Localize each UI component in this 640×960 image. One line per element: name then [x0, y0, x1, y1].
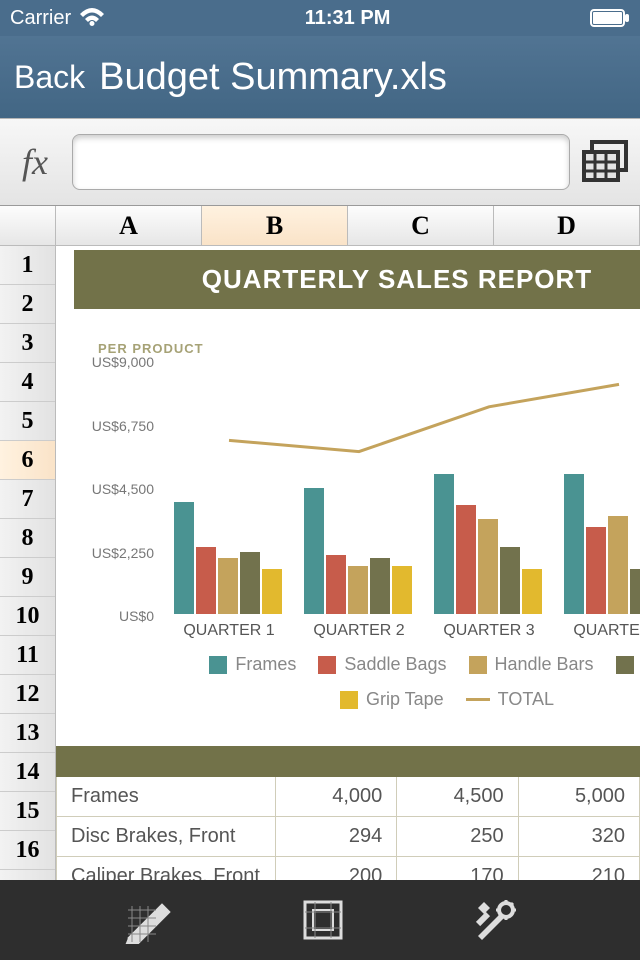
legend-item: Frames [209, 654, 296, 675]
grid-content[interactable]: QUARTERLY SALES REPORT PER PRODUCT TOTAL… [56, 246, 640, 880]
bar [240, 552, 260, 614]
row-header[interactable]: 3 [0, 324, 55, 363]
row-header[interactable]: 14 [0, 753, 55, 792]
row-header[interactable]: 13 [0, 714, 55, 753]
bar [392, 566, 412, 614]
row-header[interactable]: 15 [0, 792, 55, 831]
col-header-C[interactable]: C [348, 206, 494, 245]
row-header[interactable]: 16 [0, 831, 55, 870]
corner-cell[interactable] [0, 206, 56, 245]
cell[interactable]: 320 [518, 817, 639, 857]
carrier-label: Carrier [10, 7, 71, 30]
table-row[interactable]: Frames 4,000 4,500 5,000 [57, 777, 640, 817]
bar [456, 505, 476, 614]
table-row[interactable]: Disc Brakes, Front 294 250 320 [57, 817, 640, 857]
wifi-icon [79, 8, 105, 28]
cell[interactable]: 5,000 [518, 777, 639, 817]
bar [586, 527, 606, 614]
nav-bar: Back Budget Summary.xls [0, 36, 640, 118]
bar [304, 488, 324, 614]
row-headers: 1 2 3 4 5 6 7 8 9 10 11 12 13 14 15 16 [0, 246, 56, 880]
chart-title: QUARTERLY SALES REPORT [74, 250, 640, 309]
cell[interactable]: Frames [57, 777, 276, 817]
layout-tool-button[interactable] [299, 896, 347, 944]
battery-icon [590, 9, 630, 27]
status-bar: Carrier 11:31 PM [0, 0, 640, 36]
legend-item: TOTAL [466, 689, 554, 710]
col-header-A[interactable]: A [56, 206, 202, 245]
bar [262, 569, 282, 614]
legend-item: Grip Tape [340, 689, 444, 710]
bar [326, 555, 346, 614]
bar [564, 474, 584, 614]
legend-item: Handle Bars [469, 654, 594, 675]
back-button[interactable]: Back [14, 59, 85, 96]
x-label: QUARTER 1 [164, 622, 294, 640]
row-header[interactable]: 12 [0, 675, 55, 714]
legend-item: Grips [616, 654, 640, 675]
bar [370, 558, 390, 614]
bar [218, 558, 238, 614]
cell[interactable]: 4,500 [397, 777, 518, 817]
settings-tool-button[interactable] [470, 896, 518, 944]
bar [174, 502, 194, 614]
y-tick: US$9,000 [74, 354, 154, 370]
row-header[interactable]: 4 [0, 363, 55, 402]
row-header[interactable]: 9 [0, 558, 55, 597]
y-axis: US$9,000 US$6,750 US$4,500 US$2,250 US$0 [74, 362, 160, 616]
y-tick: US$6,750 [74, 418, 154, 434]
spreadsheet[interactable]: A B C D 1 2 3 4 5 6 7 8 9 10 11 12 13 14… [0, 206, 640, 880]
fx-icon[interactable]: fx [10, 141, 60, 183]
formula-input[interactable] [72, 134, 570, 190]
col-header-D[interactable]: D [494, 206, 640, 245]
row-header[interactable]: 10 [0, 597, 55, 636]
chart: QUARTERLY SALES REPORT PER PRODUCT TOTAL… [74, 250, 640, 724]
col-header-B[interactable]: B [202, 206, 348, 245]
x-label: QUARTER 2 [294, 622, 424, 640]
bar [196, 547, 216, 614]
total-line [229, 384, 619, 451]
bar [522, 569, 542, 614]
legend-item: Saddle Bags [318, 654, 446, 675]
cell[interactable]: Disc Brakes, Front [57, 817, 276, 857]
y-tick: US$2,250 [74, 545, 154, 561]
cell[interactable]: 210 [518, 857, 639, 881]
bottom-toolbar [0, 880, 640, 960]
cell[interactable]: Caliper Brakes, Front [57, 857, 276, 881]
bar [434, 474, 454, 614]
document-tool-button[interactable] [122, 896, 176, 944]
row-header[interactable]: 5 [0, 402, 55, 441]
bar [500, 547, 520, 614]
formula-bar: fx [0, 118, 640, 206]
x-label: QUARTER 3 [424, 622, 554, 640]
cell[interactable]: 170 [397, 857, 518, 881]
x-label: QUARTER 4 [554, 622, 640, 640]
bar [348, 566, 368, 614]
sheets-button[interactable] [582, 140, 630, 184]
plot-area [164, 362, 640, 614]
row-header[interactable]: 7 [0, 480, 55, 519]
cell[interactable]: 200 [275, 857, 396, 881]
bar [608, 516, 628, 614]
cell[interactable]: 250 [397, 817, 518, 857]
bar [478, 519, 498, 614]
row-header[interactable]: 6 [0, 441, 55, 480]
cell[interactable]: 294 [275, 817, 396, 857]
table-row[interactable]: Caliper Brakes, Front 200 170 210 [57, 857, 640, 881]
data-table[interactable]: Frames 4,000 4,500 5,000 Disc Brakes, Fr… [56, 746, 640, 880]
legend: Frames Saddle Bags Handle Bars Grips Gri… [74, 644, 640, 724]
clock: 11:31 PM [305, 7, 391, 30]
bar [630, 569, 640, 614]
document-title: Budget Summary.xls [99, 56, 447, 99]
x-axis: QUARTER 1QUARTER 2QUARTER 3QUARTER 4 [164, 614, 640, 644]
row-header[interactable]: 1 [0, 246, 55, 285]
row-header[interactable]: 2 [0, 285, 55, 324]
y-tick: US$0 [74, 608, 154, 624]
cell[interactable]: 4,000 [275, 777, 396, 817]
row-header[interactable]: 11 [0, 636, 55, 675]
y-tick: US$4,500 [74, 481, 154, 497]
row-header[interactable]: 8 [0, 519, 55, 558]
